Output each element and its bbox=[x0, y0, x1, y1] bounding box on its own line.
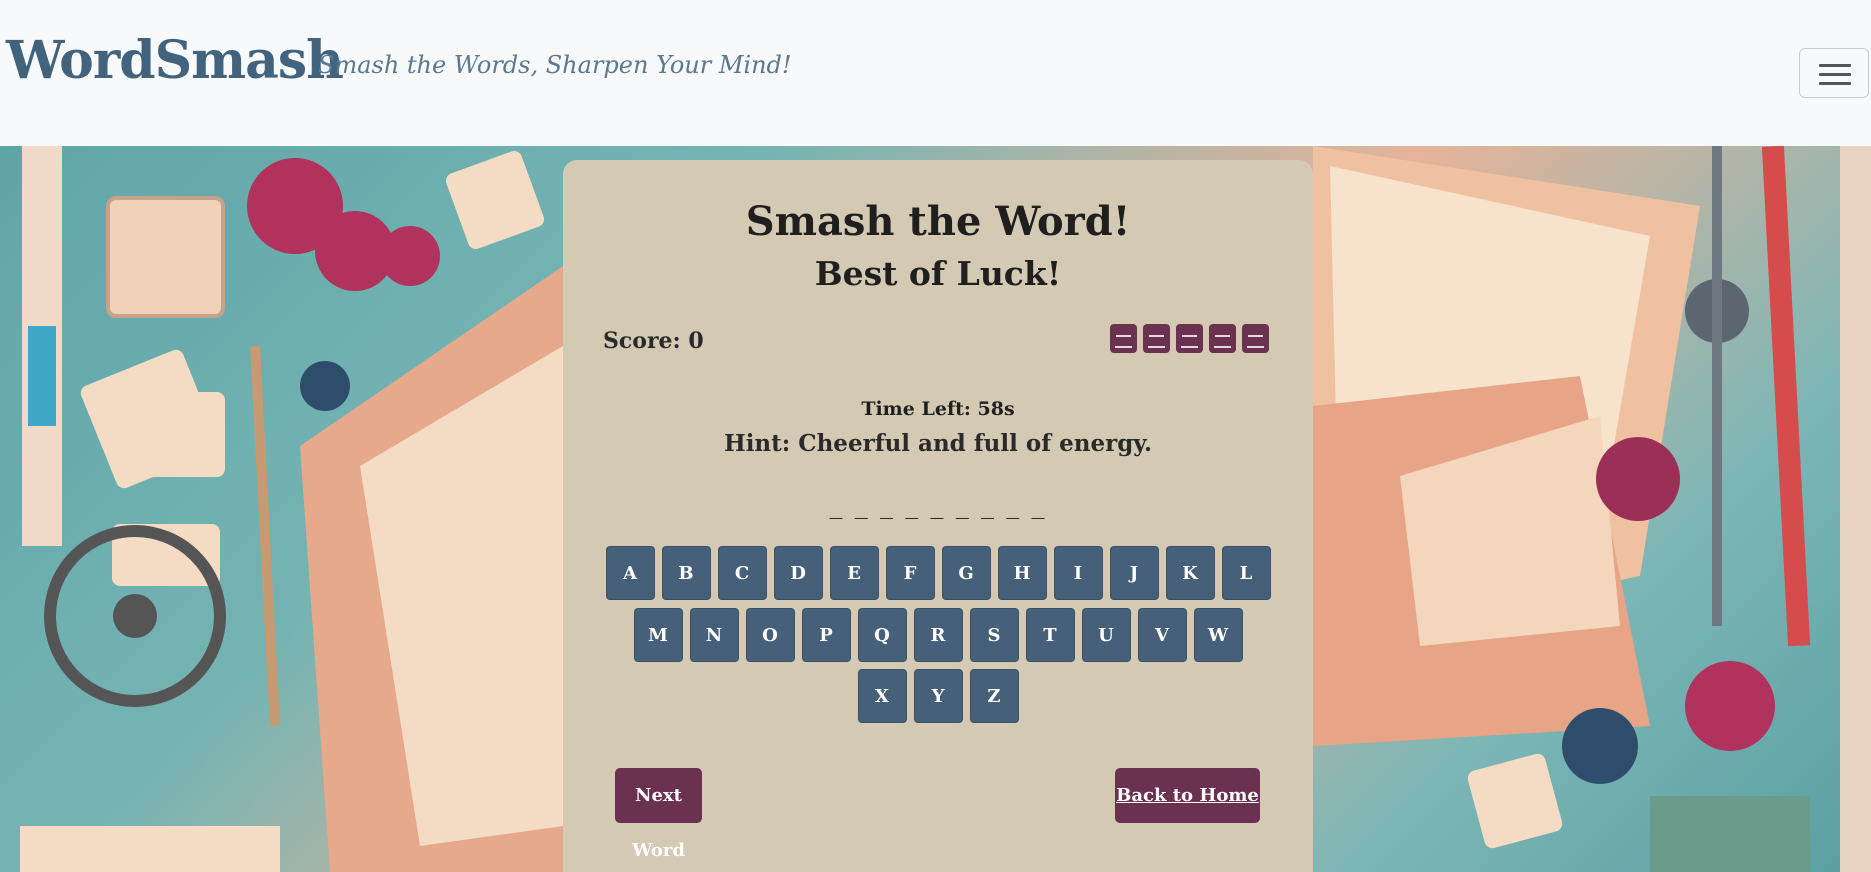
letter-key-r[interactable]: R bbox=[913, 608, 963, 662]
letter-key-q[interactable]: Q bbox=[857, 608, 907, 662]
letter-key-m[interactable]: M bbox=[633, 608, 683, 662]
life-icon bbox=[1242, 324, 1269, 353]
life-icon bbox=[1176, 324, 1203, 353]
letter-key-o[interactable]: O bbox=[745, 608, 795, 662]
tagline: Smash the Words, Sharpen Your Mind! bbox=[318, 51, 792, 79]
letter-key-k[interactable]: K bbox=[1165, 546, 1215, 600]
keyboard-row: MNOPQRSTUVW bbox=[563, 608, 1313, 662]
life-icon bbox=[1209, 324, 1236, 353]
letter-key-u[interactable]: U bbox=[1081, 608, 1131, 662]
hint-text: Hint: Cheerful and full of energy. bbox=[723, 430, 1153, 457]
letter-key-y[interactable]: Y bbox=[913, 669, 963, 723]
letter-key-b[interactable]: B bbox=[661, 546, 711, 600]
life-icon bbox=[1110, 324, 1137, 353]
letter-key-h[interactable]: H bbox=[997, 546, 1047, 600]
life-icon bbox=[1143, 324, 1170, 353]
time-left: Time Left: 58s bbox=[861, 398, 1015, 420]
letter-key-l[interactable]: L bbox=[1221, 546, 1271, 600]
letter-key-n[interactable]: N bbox=[689, 608, 739, 662]
letter-key-z[interactable]: Z bbox=[969, 669, 1019, 723]
letter-key-e[interactable]: E bbox=[829, 546, 879, 600]
letter-key-v[interactable]: V bbox=[1137, 608, 1187, 662]
letter-key-p[interactable]: P bbox=[801, 608, 851, 662]
back-to-home-button[interactable]: Back to Home bbox=[1115, 768, 1260, 823]
brand-logo[interactable]: WordSmash bbox=[6, 30, 344, 91]
letter-key-a[interactable]: A bbox=[605, 546, 655, 600]
letter-key-j[interactable]: J bbox=[1109, 546, 1159, 600]
letter-key-x[interactable]: X bbox=[857, 669, 907, 723]
letter-key-g[interactable]: G bbox=[941, 546, 991, 600]
game-title: Smash the Word! bbox=[745, 198, 1131, 245]
letter-key-i[interactable]: I bbox=[1053, 546, 1103, 600]
letter-key-t[interactable]: T bbox=[1025, 608, 1075, 662]
game-subtitle: Best of Luck! bbox=[814, 254, 1062, 293]
letter-key-f[interactable]: F bbox=[885, 546, 935, 600]
lives-display bbox=[1110, 324, 1269, 353]
menu-toggle-button[interactable] bbox=[1799, 48, 1869, 98]
navbar: WordSmash Smash the Words, Sharpen Your … bbox=[0, 0, 1871, 146]
game-card: Smash the Word! Best of Luck! Score: 0 T… bbox=[563, 160, 1313, 872]
keyboard-row: XYZ bbox=[563, 669, 1313, 723]
letter-key-s[interactable]: S bbox=[969, 608, 1019, 662]
letter-key-w[interactable]: W bbox=[1193, 608, 1243, 662]
word-blanks: _ _ _ _ _ _ _ _ _ bbox=[829, 490, 1047, 520]
keyboard-row: ABCDEFGHIJKL bbox=[563, 546, 1313, 600]
letter-key-d[interactable]: D bbox=[773, 546, 823, 600]
letter-key-c[interactable]: C bbox=[717, 546, 767, 600]
next-word-button[interactable]: Next Word bbox=[615, 768, 702, 861]
score-display: Score: 0 bbox=[603, 328, 704, 354]
